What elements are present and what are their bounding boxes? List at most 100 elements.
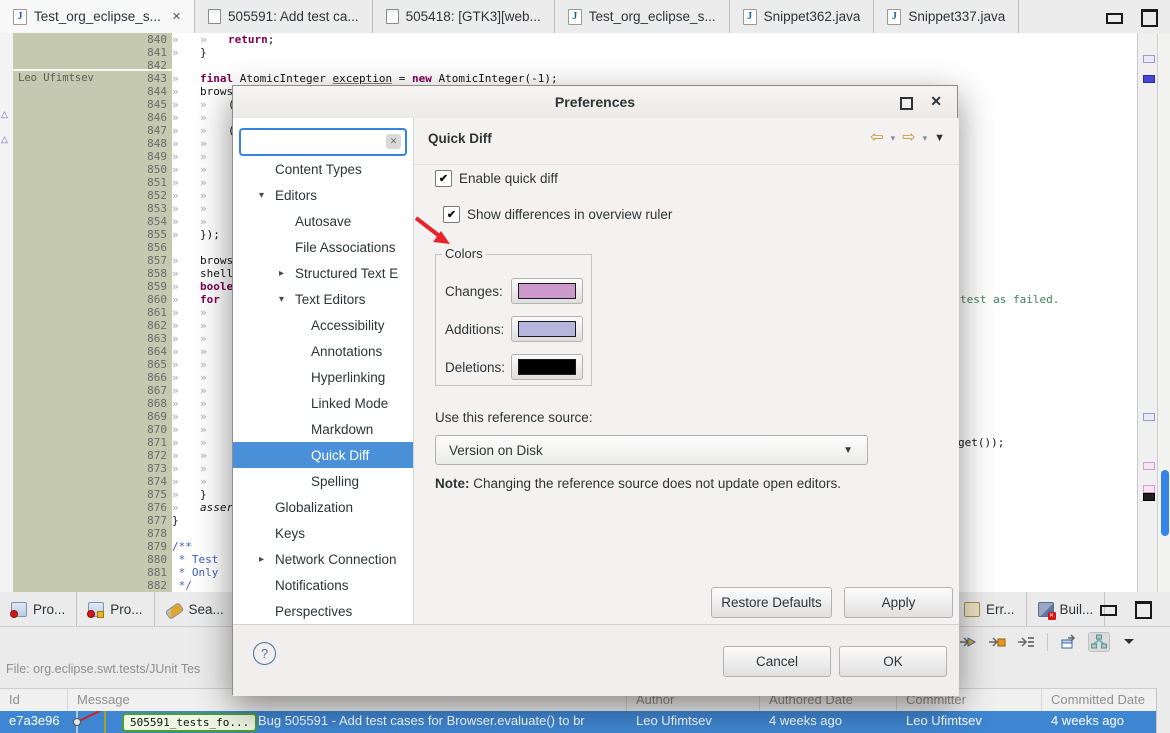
enable-quick-diff-checkbox[interactable]: ✔ xyxy=(435,170,452,187)
editor-scrollbar-thumb[interactable] xyxy=(1161,470,1169,536)
minimize-icon[interactable] xyxy=(1100,605,1117,616)
reference-source-dropdown[interactable]: Version on Disk ▼ xyxy=(435,435,868,465)
tree-item-text-editors[interactable]: ▾Text Editors xyxy=(233,286,413,312)
whitespace-mark: » xyxy=(200,345,228,358)
panel-window-controls xyxy=(1100,601,1152,619)
maximize-icon[interactable] xyxy=(900,97,913,110)
bottom-tab[interactable]: Sea... xyxy=(155,592,236,626)
git-annotate-column[interactable]: Leo Ufimtsev 840841842843844845846847848… xyxy=(13,33,173,592)
clear-search-icon[interactable]: ✕ xyxy=(386,134,401,149)
help-icon[interactable]: ? xyxy=(253,642,276,665)
column-header-id[interactable]: Id xyxy=(0,689,68,712)
overview-ruler[interactable] xyxy=(1137,33,1158,592)
editor-tab[interactable]: JSnippet362.java xyxy=(730,0,875,33)
view-menu-icon[interactable]: ▼ xyxy=(934,132,945,144)
tree-item-quick-diff[interactable]: Quick Diff xyxy=(233,442,413,468)
editor-tab[interactable]: JTest_org_eclipse_s... xyxy=(555,0,730,33)
bottom-tab[interactable]: Err... xyxy=(953,592,1027,626)
maximize-icon[interactable] xyxy=(1135,601,1152,619)
forward-dropdown-icon[interactable]: ▾ xyxy=(923,133,928,144)
filter-project-icon[interactable] xyxy=(1016,633,1036,651)
bottom-tab[interactable]: Pro... xyxy=(0,592,77,626)
line-number: 846 xyxy=(131,111,167,124)
tree-item-content-types[interactable]: Content Types xyxy=(233,156,413,182)
tree-item-network-connection[interactable]: ▸Network Connection xyxy=(233,546,413,572)
annotation-ruler[interactable]: △ △ xyxy=(0,33,14,592)
editor-tab[interactable]: 505591: Add test ca... xyxy=(195,0,373,33)
code-line: »»return; xyxy=(172,33,1137,46)
bottom-tab[interactable]: Pro... xyxy=(77,592,154,626)
editor-scrollbar[interactable] xyxy=(1157,33,1170,592)
occurrence-marker-icon: △ xyxy=(1,109,8,120)
tree-item-label: Content Types xyxy=(275,162,362,177)
tree-item-perspectives[interactable]: Perspectives xyxy=(233,598,413,624)
code-line: »} xyxy=(172,46,1137,59)
maximize-icon[interactable] xyxy=(1141,9,1158,27)
code-token: } xyxy=(200,46,207,59)
editor-tab-label: Test_org_eclipse_s... xyxy=(589,9,716,24)
progress-icon xyxy=(88,602,104,617)
forward-history-icon[interactable]: ⇨ xyxy=(902,130,915,146)
compare-mode-icon[interactable] xyxy=(1059,633,1079,651)
color-picker-button[interactable] xyxy=(511,354,583,380)
back-dropdown-icon[interactable]: ▾ xyxy=(891,133,896,144)
expander-icon[interactable]: ▸ xyxy=(279,268,295,279)
whitespace-mark: » xyxy=(172,137,200,150)
tree-item-file-associations[interactable]: File Associations xyxy=(233,234,413,260)
close-icon[interactable]: ✕ xyxy=(172,10,181,23)
cancel-button[interactable]: Cancel xyxy=(723,646,831,677)
tree-item-label: Notifications xyxy=(275,578,349,593)
restore-defaults-button[interactable]: Restore Defaults xyxy=(711,587,832,618)
link-with-selection-icon[interactable] xyxy=(958,633,978,651)
tree-item-markdown[interactable]: Markdown xyxy=(233,416,413,442)
whitespace-mark: » xyxy=(200,332,228,345)
expander-icon[interactable]: ▾ xyxy=(279,294,295,305)
filter-resource-icon[interactable] xyxy=(987,633,1007,651)
tree-item-label: Annotations xyxy=(311,344,382,359)
whitespace-mark: » xyxy=(172,33,200,46)
tree-item-keys[interactable]: Keys xyxy=(233,520,413,546)
tree-item-linked-mode[interactable]: Linked Mode xyxy=(233,390,413,416)
tree-item-notifications[interactable]: Notifications xyxy=(233,572,413,598)
editor-tab[interactable]: 505418: [GTK3][web... xyxy=(373,0,555,33)
all-branches-icon[interactable] xyxy=(1088,632,1110,652)
tree-item-spelling[interactable]: Spelling xyxy=(233,468,413,494)
code-line xyxy=(172,59,1137,72)
tree-item-label: Hyperlinking xyxy=(311,370,385,385)
view-menu-icon[interactable] xyxy=(1119,633,1139,651)
expander-icon[interactable]: ▸ xyxy=(259,554,275,565)
tree-item-accessibility[interactable]: Accessibility xyxy=(233,312,413,338)
column-header-committed-date[interactable]: Committed Date xyxy=(1042,689,1170,712)
tree-item-structured-text-e[interactable]: ▸Structured Text E xyxy=(233,260,413,286)
line-number: 882 xyxy=(131,579,167,592)
history-table-row[interactable]: e7a3e96 505591_tests_fo... Bug 505591 - … xyxy=(0,711,1170,733)
java-file-icon: J xyxy=(13,9,27,25)
whitespace-mark: » xyxy=(172,202,200,215)
line-number: 864 xyxy=(131,345,167,358)
editor-tab[interactable]: JSnippet337.java xyxy=(874,0,1019,33)
search-input[interactable] xyxy=(245,132,379,153)
back-history-icon[interactable]: ⇦ xyxy=(870,130,883,146)
table-scrollbar[interactable] xyxy=(1156,688,1170,733)
line-number: 868 xyxy=(131,397,167,410)
bottom-tab[interactable]: Buil... xyxy=(1027,592,1106,626)
editor-tab[interactable]: JTest_org_eclipse_s...✕ xyxy=(0,0,195,33)
whitespace-mark: » xyxy=(200,124,228,137)
tree-item-annotations[interactable]: Annotations xyxy=(233,338,413,364)
whitespace-mark: » xyxy=(200,163,228,176)
line-number: 881 xyxy=(131,566,167,579)
color-picker-button[interactable] xyxy=(511,278,583,304)
color-picker-button[interactable] xyxy=(511,316,583,342)
tree-item-globalization[interactable]: Globalization xyxy=(233,494,413,520)
cell-id: e7a3e96 xyxy=(0,711,68,733)
tree-item-editors[interactable]: ▾Editors xyxy=(233,182,413,208)
apply-button[interactable]: Apply xyxy=(844,587,953,618)
ok-button[interactable]: OK xyxy=(839,646,947,677)
tree-item-hyperlinking[interactable]: Hyperlinking xyxy=(233,364,413,390)
expander-icon[interactable]: ▾ xyxy=(259,190,275,201)
dialog-title-bar[interactable]: Preferences ✕ xyxy=(233,86,957,119)
bottom-tab-label: Pro... xyxy=(33,602,65,617)
close-icon[interactable]: ✕ xyxy=(930,93,942,110)
minimize-icon[interactable] xyxy=(1106,13,1123,24)
tree-item-autosave[interactable]: Autosave xyxy=(233,208,413,234)
